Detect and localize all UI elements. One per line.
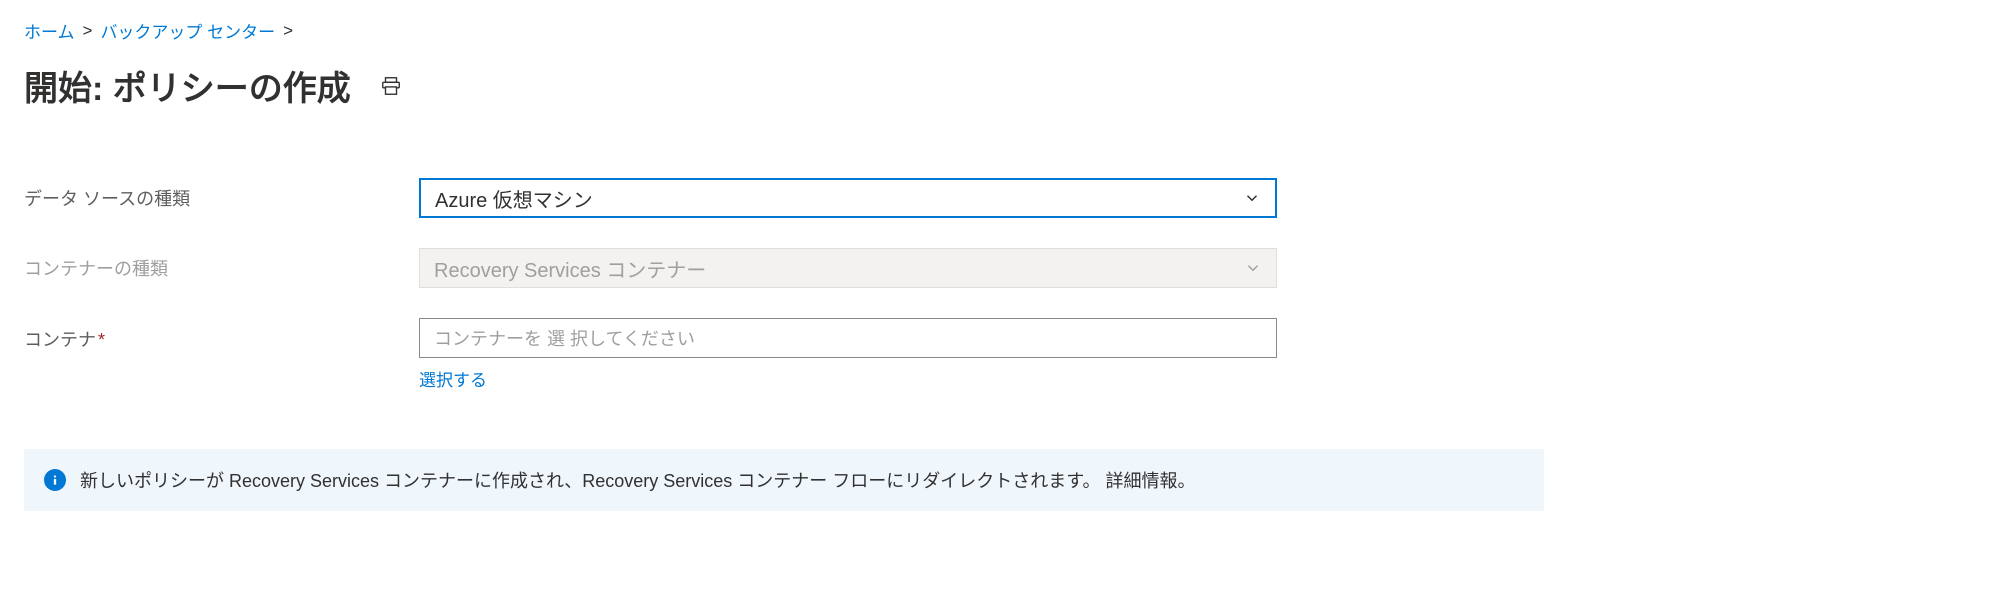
print-icon[interactable] (379, 74, 403, 98)
container-label-text: コンテナ (24, 330, 96, 350)
title-row: 開始: ポリシーの作成 (24, 61, 1976, 110)
required-asterisk: * (98, 330, 105, 350)
info-text: 新しいポリシーが Recovery Services コンテナーに作成され、Re… (80, 467, 1195, 493)
container-placeholder: コンテナーを 選 択してください (434, 325, 695, 351)
container-row: コンテナ* コンテナーを 選 択してください 選択する (24, 318, 1976, 391)
container-type-select: Recovery Services コンテナー (419, 248, 1277, 288)
info-bar: 新しいポリシーが Recovery Services コンテナーに作成され、Re… (24, 449, 1544, 511)
datasource-label: データ ソースの種類 (24, 185, 419, 211)
container-select-link[interactable]: 選択する (419, 366, 487, 391)
container-input[interactable]: コンテナーを 選 択してください (419, 318, 1277, 358)
breadcrumb-home[interactable]: ホーム (24, 18, 75, 43)
breadcrumb-sep: > (283, 21, 293, 41)
datasource-value: Azure 仮想マシン (435, 184, 593, 213)
info-icon (44, 469, 66, 491)
breadcrumb-sep: > (83, 21, 93, 41)
page-title: 開始: ポリシーの作成 (24, 61, 351, 110)
chevron-down-icon (1243, 189, 1261, 207)
container-label: コンテナ* (24, 318, 419, 352)
datasource-select[interactable]: Azure 仮想マシン (419, 178, 1277, 218)
container-type-row: コンテナーの種類 Recovery Services コンテナー (24, 248, 1976, 288)
container-type-label: コンテナーの種類 (24, 255, 419, 281)
breadcrumb: ホーム > バックアップ センター > (24, 18, 1976, 43)
container-type-value: Recovery Services コンテナー (434, 254, 706, 283)
chevron-down-icon (1244, 259, 1262, 277)
datasource-row: データ ソースの種類 Azure 仮想マシン (24, 178, 1976, 218)
breadcrumb-backup-center[interactable]: バックアップ センター (100, 18, 275, 43)
